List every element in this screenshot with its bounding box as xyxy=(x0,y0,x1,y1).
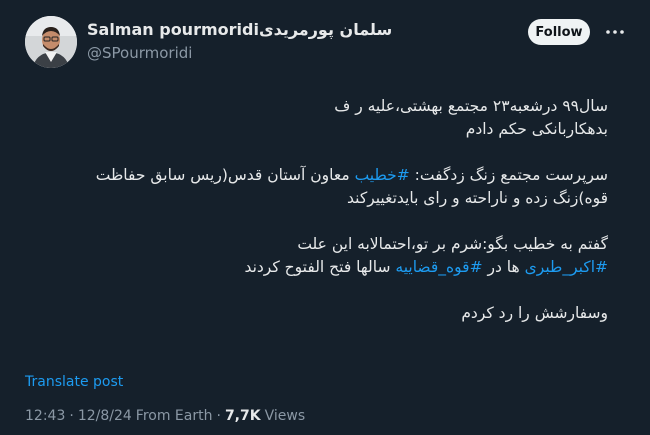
meta-separator: · xyxy=(69,408,74,424)
tweet-metadata: 12:43 · 12/8/24 From Earth · 7,7K Views xyxy=(25,408,305,424)
author-handle[interactable]: @SPourmoridi xyxy=(87,44,192,62)
author-avatar[interactable] xyxy=(25,16,77,68)
more-options-button[interactable] xyxy=(604,22,626,42)
author-name-latin: Salman pourmoridi xyxy=(87,20,259,39)
avatar-photo xyxy=(25,16,77,68)
tweet-text-segment: سرپرست مجتمع زنگ زدگفت: xyxy=(409,166,608,184)
tweet-text-segment: قوه)زنگ زده و ناراحته و رای بایدتغییرکند xyxy=(347,189,608,207)
tweet-line: گفتم به خطیب بگو:شرم بر تو،احتمالابه این… xyxy=(24,233,608,256)
tweet-text-segment: سالها فتح الفتوح کردند xyxy=(244,258,396,276)
follow-button[interactable]: Follow xyxy=(528,19,590,45)
tweet-line: سال۹۹ درشعبه۲۳ مجتمع بهشتی،علیه ر ف xyxy=(24,95,608,118)
hashtag-link[interactable]: #قوه_قضاییه xyxy=(395,258,482,276)
hashtag-link[interactable]: #اکبر_طبری xyxy=(525,258,608,276)
tweet-line: #اکبر_طبری ها در #قوه_قضاییه سالها فتح ا… xyxy=(24,256,608,279)
views-count: 7,7K xyxy=(224,408,261,424)
tweet-text-segment: ها در xyxy=(482,258,525,276)
tweet-line: سرپرست مجتمع زنگ زدگفت: #خطیب معاون آستا… xyxy=(24,164,608,187)
tweet-line: بدهکاربانکی حکم دادم xyxy=(24,118,608,141)
tweet-text-segment: معاون آستان قدس(ریس سابق حفاظت xyxy=(95,166,355,184)
author-name-persian: سلمان پورمریدی xyxy=(258,20,393,39)
hashtag-link[interactable]: #خطیب xyxy=(355,166,410,184)
author-name[interactable]: Salman pourmoridi سلمان پورمریدی xyxy=(87,20,392,39)
translate-post-link[interactable]: Translate post xyxy=(25,374,123,390)
tweet-text: سال۹۹ درشعبه۲۳ مجتمع بهشتی،علیه ر ف بدهکا… xyxy=(24,95,608,325)
ellipsis-icon xyxy=(606,30,624,34)
tweet-line: وسفارشش را رد کردم xyxy=(24,302,608,325)
meta-separator: · xyxy=(216,408,221,424)
timestamp-date[interactable]: 12/8/24 xyxy=(78,408,132,424)
post-source: From Earth xyxy=(135,408,213,424)
tweet-line: قوه)زنگ زده و ناراحته و رای بایدتغییرکند xyxy=(24,187,608,210)
timestamp-time[interactable]: 12:43 xyxy=(25,408,65,424)
tweet-text-segment: وسفارشش را رد کردم xyxy=(461,304,608,322)
tweet-text-segment: سال۹۹ درشعبه۲۳ مجتمع بهشتی،علیه ر ف xyxy=(334,97,608,115)
tweet-text-segment: گفتم به خطیب بگو:شرم بر تو،احتمالابه این… xyxy=(297,235,608,253)
views-label: Views xyxy=(264,408,306,424)
tweet-text-segment: بدهکاربانکی حکم دادم xyxy=(465,120,608,138)
